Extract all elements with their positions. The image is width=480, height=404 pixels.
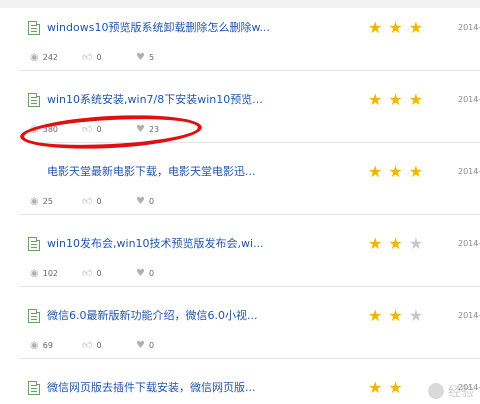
eye-icon: ◉ <box>30 196 39 207</box>
item-date: 2014- <box>458 95 480 104</box>
star-icon: ★ <box>408 18 424 37</box>
item-title-link[interactable]: win10系统安装,win7/8下安装win10预览... <box>47 92 377 108</box>
like-count[interactable]: 👍︎ 0 <box>82 196 102 208</box>
star-icon: ★ <box>408 234 424 253</box>
like-count[interactable]: 👍︎ 0 <box>82 124 102 136</box>
star-icon: ★ <box>408 90 424 109</box>
watermark: 经验 <box>427 381 474 400</box>
eye-icon: ◉ <box>30 340 39 351</box>
heart-icon: ♥ <box>136 268 145 279</box>
list-item: win10系统安装,win7/8下安装win10预览... ★ ★ ★ 2014… <box>18 72 480 143</box>
heart-icon: ♥ <box>136 340 145 351</box>
document-icon <box>28 237 40 251</box>
star-icon: ★ <box>388 18 403 37</box>
star-icon: ★ <box>368 90 383 109</box>
eye-icon: ◉ <box>30 268 39 279</box>
view-count: ◉ 69 <box>30 340 53 351</box>
star-icon: ★ <box>388 162 403 181</box>
star-icon: ★ <box>368 18 383 37</box>
favorite-count[interactable]: ♥ 0 <box>136 196 154 208</box>
item-date: 2014- <box>458 167 480 176</box>
eye-icon: ◉ <box>30 124 39 135</box>
like-count[interactable]: 👍︎ 0 <box>82 340 102 352</box>
star-icon: ★ <box>368 306 383 325</box>
thumbs-up-icon: 👍︎ <box>82 124 93 135</box>
item-title-link[interactable]: 微信网页版去插件下载安装，微信网页版... <box>47 380 377 396</box>
item-title-link[interactable]: windows10预览版系统卸载删除怎么删除w... <box>47 20 377 36</box>
item-title-link[interactable]: 微信6.0最新版新功能介绍，微信6.0小视... <box>47 308 377 324</box>
rating-stars: ★ ★ ★ <box>368 20 423 36</box>
favorite-count[interactable]: ♥ 5 <box>136 52 154 64</box>
item-date: 2014- <box>458 239 480 248</box>
eye-icon: ◉ <box>30 52 39 63</box>
thumbs-up-icon: 👍︎ <box>82 196 93 207</box>
document-icon <box>28 381 40 395</box>
star-icon: ★ <box>388 378 403 397</box>
document-icon <box>28 93 40 107</box>
rating-stars: ★ ★ ★ <box>368 308 423 324</box>
rating-stars: ★ ★ ★ <box>368 92 423 108</box>
view-count: ◉ 242 <box>30 52 59 63</box>
list-item: 微信6.0最新版新功能介绍，微信6.0小视... ★ ★ ★ 2014- ◉ 69… <box>18 288 480 359</box>
heart-icon: ♥ <box>136 124 145 135</box>
heart-icon: ♥ <box>136 52 145 63</box>
star-icon: ★ <box>408 306 424 325</box>
list-item: win10发布会,win10技术预览版发布会,wi... ★ ★ ★ 2014-… <box>18 216 480 287</box>
favorite-count[interactable]: ♥ 0 <box>136 268 154 280</box>
item-title-link[interactable]: win10发布会,win10技术预览版发布会,wi... <box>47 236 377 252</box>
favorite-count[interactable]: ♥ 23 <box>136 124 159 136</box>
star-icon: ★ <box>388 234 403 253</box>
item-date: 2014- <box>458 23 480 32</box>
star-icon: ★ <box>408 162 424 181</box>
favorite-count[interactable]: ♥ 0 <box>136 340 154 352</box>
document-icon <box>28 309 40 323</box>
star-icon: ★ <box>368 378 383 397</box>
star-icon: ★ <box>368 162 383 181</box>
like-count[interactable]: 👍︎ 0 <box>82 268 102 280</box>
list-item: windows10预览版系统卸载删除怎么删除w... ★ ★ ★ 2014- ◉… <box>18 0 480 71</box>
list-item: 微信网页版去插件下载安装，微信网页版... ★ ★ 2014- <box>18 360 480 404</box>
view-count: ◉ 25 <box>30 196 53 207</box>
rating-stars: ★ ★ ★ <box>368 164 423 180</box>
thumbs-up-icon: 👍︎ <box>82 268 93 279</box>
document-icon <box>28 21 40 35</box>
star-icon: ★ <box>388 90 403 109</box>
list-item: 电影天堂最新电影下载，电影天堂电影迅... ★ ★ ★ 2014- ◉ 25 👍︎… <box>18 144 480 215</box>
view-count: ◉ 380 <box>30 124 59 135</box>
thumbs-up-icon: 👍︎ <box>82 340 93 351</box>
thumbs-up-icon: 👍︎ <box>82 52 93 63</box>
view-count: ◉ 102 <box>30 268 59 279</box>
heart-icon: ♥ <box>136 196 145 207</box>
paw-logo-icon <box>427 382 444 399</box>
like-count[interactable]: 👍︎ 0 <box>82 52 102 64</box>
rating-stars: ★ ★ <box>368 380 403 396</box>
star-icon: ★ <box>388 306 403 325</box>
experience-list: windows10预览版系统卸载删除怎么删除w... ★ ★ ★ 2014- ◉… <box>0 0 480 404</box>
item-date: 2014- <box>458 311 480 320</box>
star-icon: ★ <box>368 234 383 253</box>
item-title-link[interactable]: 电影天堂最新电影下载，电影天堂电影迅... <box>47 164 377 180</box>
rating-stars: ★ ★ ★ <box>368 236 423 252</box>
